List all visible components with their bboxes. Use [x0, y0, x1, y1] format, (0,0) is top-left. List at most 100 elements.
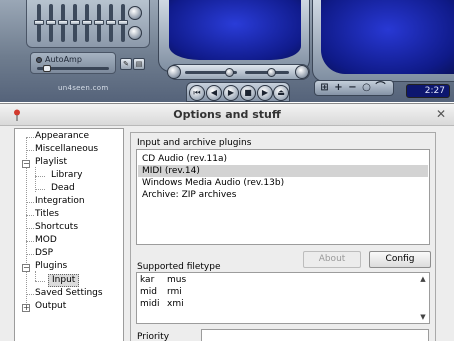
plugins-group: Input and archive plugins CD Audio (rev.…: [130, 132, 436, 341]
time-display: 2:27: [406, 84, 450, 98]
tree-line: [26, 228, 34, 229]
eject-button[interactable]: ⏏: [273, 85, 289, 101]
eq-slider-6[interactable]: [94, 4, 104, 42]
tree-item-dead[interactable]: Dead: [51, 183, 75, 194]
volume-slider-knob[interactable]: [267, 68, 276, 77]
filetype-item: xmi: [167, 299, 184, 309]
restore-icon[interactable]: ○: [361, 83, 372, 94]
transport-controls: ⏮ ◀ ▶ ■ ▶ ⏏: [186, 82, 290, 102]
eq-slider-5[interactable]: [82, 4, 92, 42]
filetype-label: Supported filetype: [137, 262, 221, 272]
autoamp-label: AutoAmp: [45, 55, 82, 64]
tree-line: [26, 254, 34, 255]
priority-field[interactable]: [201, 329, 429, 341]
expand-icon[interactable]: +: [22, 304, 30, 312]
minimize-icon[interactable]: −: [347, 83, 358, 94]
eq-slider-8[interactable]: [118, 4, 128, 42]
player-skin: AutoAmp ✎ ▤ un4seen.com ⏮ ◀ ▶ ■ ▶ ⏏ ⊞ + …: [0, 0, 454, 102]
about-button[interactable]: About: [303, 251, 361, 268]
dialog-title: Options and stuff: [173, 108, 281, 121]
add-icon[interactable]: +: [333, 83, 344, 94]
eq-slider-knob[interactable]: [46, 20, 56, 25]
shade-icon[interactable]: ⌒: [375, 83, 386, 94]
volume-knobs: [126, 4, 146, 44]
seek-bar: [167, 64, 310, 80]
scroll-up-icon[interactable]: ▲: [418, 274, 428, 284]
tree-line: [26, 137, 34, 138]
eq-slider-knob[interactable]: [70, 20, 80, 25]
eq-slider-knob[interactable]: [94, 20, 104, 25]
tree-item-plugins[interactable]: Plugins: [35, 261, 67, 272]
collapse-icon[interactable]: −: [22, 264, 30, 272]
tree-item-mod[interactable]: MOD: [35, 235, 57, 246]
previous-button[interactable]: ⏮: [189, 85, 205, 101]
tree-item-titles[interactable]: Titles: [35, 209, 59, 220]
autoamp-panel: AutoAmp: [30, 52, 116, 74]
grid-icon[interactable]: ⊞: [319, 83, 330, 94]
site-link[interactable]: un4seen.com: [58, 84, 109, 92]
eq-slider-4[interactable]: [70, 4, 80, 42]
filetype-item: mus: [167, 275, 187, 285]
play-button[interactable]: ▶: [223, 85, 239, 101]
tree-item-saved-settings[interactable]: Saved Settings: [35, 288, 103, 299]
eq-slider-knob[interactable]: [58, 20, 68, 25]
balance-knob[interactable]: [128, 26, 142, 40]
tree-line: [35, 281, 45, 282]
eq-slider-2[interactable]: [46, 4, 56, 42]
dialog-titlebar[interactable]: Options and stuff ✕: [0, 104, 454, 126]
tree-line: [35, 189, 45, 190]
tree-item-shortcuts[interactable]: Shortcuts: [35, 222, 78, 233]
info-screen: [321, 0, 454, 74]
eq-slider-1[interactable]: [34, 4, 44, 42]
rewind-button[interactable]: ◀: [206, 85, 222, 101]
tree-line: [26, 202, 34, 203]
list-icon[interactable]: ▤: [133, 58, 145, 70]
plugin-list[interactable]: CD Audio (rev.11a) MIDI (rev.14) Windows…: [136, 149, 430, 245]
filetype-item: rmi: [167, 287, 182, 297]
info-frame: [312, 0, 454, 82]
config-button[interactable]: Config: [369, 251, 431, 268]
filetype-item: mid: [140, 287, 157, 297]
volume-knob[interactable]: [128, 6, 142, 20]
eq-slider-knob[interactable]: [34, 20, 44, 25]
visualizer-screen: [169, 0, 301, 60]
tree-line: [35, 271, 36, 281]
tree-item-miscellaneous[interactable]: Miscellaneous: [35, 144, 98, 155]
autoamp-led-icon[interactable]: [36, 57, 42, 63]
tree-line: [26, 150, 34, 151]
tree-line: [26, 215, 34, 216]
list-item[interactable]: Windows Media Audio (rev.13b): [138, 177, 428, 189]
info-icon[interactable]: [167, 65, 181, 79]
eq-slider-7[interactable]: [106, 4, 116, 42]
filetype-list[interactable]: kar mus mid rmi midi xmi ▲ ▼: [136, 272, 430, 324]
tree-line: [35, 176, 45, 177]
close-icon[interactable]: ✕: [434, 107, 448, 121]
filetype-item: midi: [140, 299, 160, 309]
collapse-icon[interactable]: −: [22, 160, 30, 168]
repeat-icon[interactable]: [295, 65, 309, 79]
tree-item-output[interactable]: Output: [35, 301, 66, 312]
position-slider-knob[interactable]: [225, 68, 234, 77]
eq-slider-knob[interactable]: [82, 20, 92, 25]
tree-item-integration[interactable]: Integration: [35, 196, 85, 207]
tree-item-input[interactable]: Input: [48, 274, 80, 287]
list-item[interactable]: CD Audio (rev.11a): [138, 153, 428, 165]
tree-line: [26, 294, 34, 295]
scroll-down-icon[interactable]: ▼: [418, 312, 428, 322]
eq-slider-3[interactable]: [58, 4, 68, 42]
settings-icon[interactable]: ✎: [120, 58, 132, 70]
tree-item-library[interactable]: Library: [51, 170, 82, 181]
options-tree: Appearance Miscellaneous − Playlist Libr…: [14, 128, 124, 341]
visualizer-frame: [158, 0, 310, 72]
stop-button[interactable]: ■: [240, 85, 256, 101]
list-item[interactable]: Archive: ZIP archives: [138, 189, 428, 201]
tree-item-appearance[interactable]: Appearance: [35, 131, 89, 142]
group-title: Input and archive plugins: [137, 138, 252, 148]
tree-item-dsp[interactable]: DSP: [35, 248, 53, 259]
tree-item-playlist[interactable]: Playlist: [35, 157, 67, 168]
list-item-selected[interactable]: MIDI (rev.14): [138, 165, 428, 177]
priority-label: Priority: [137, 332, 170, 341]
eq-slider-knob[interactable]: [106, 20, 116, 25]
autoamp-slider-knob[interactable]: [43, 65, 51, 72]
forward-button[interactable]: ▶: [257, 85, 273, 101]
